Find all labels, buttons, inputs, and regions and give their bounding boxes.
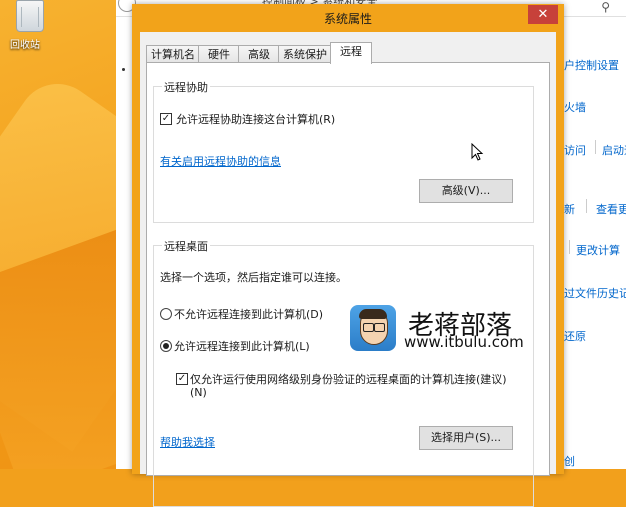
avatar-icon — [350, 305, 396, 351]
bg-link[interactable]: 户控制设置 — [564, 57, 619, 73]
remote-assistance-info-link[interactable]: 有关启用远程协助的信息 — [160, 153, 281, 169]
tab-advanced[interactable]: 高级 — [238, 45, 280, 63]
system-properties-dialog: 系统属性 ✕ 计算机名 硬件 高级 系统保护 远程 远程协助 ✓ 允许远程协助连… — [132, 4, 564, 507]
avatar-glasses — [374, 323, 385, 332]
recycle-bin-label: 回收站 — [10, 40, 40, 51]
bg-link[interactable]: 启动远 — [602, 142, 626, 158]
bg-link[interactable]: 更改计算 — [576, 242, 620, 258]
bg-link[interactable]: 查看更 — [596, 201, 626, 217]
allow-remote-assistance-checkbox[interactable]: ✓ — [160, 113, 172, 125]
dialog-client-area: 计算机名 硬件 高级 系统保护 远程 远程协助 ✓ 允许远程协助连接这台计算机(… — [140, 32, 556, 507]
tab-remote[interactable]: 远程 — [330, 42, 372, 64]
allow-remote-radio[interactable] — [160, 340, 172, 352]
instruction-text: 选择一个选项，然后指定谁可以连接。 — [160, 271, 347, 284]
divider — [595, 140, 596, 154]
nla-label-line2[interactable]: (N) — [190, 386, 207, 399]
select-users-button[interactable]: 选择用户(S)... — [419, 426, 513, 450]
mouse-cursor-icon — [471, 143, 484, 161]
nla-checkbox[interactable]: ✓ — [176, 373, 188, 385]
deny-remote-label[interactable]: 不允许远程连接到此计算机(D) — [174, 306, 323, 322]
watermark-url: www.itbulu.com — [404, 333, 524, 351]
bullet-icon — [122, 68, 125, 71]
divider — [569, 240, 570, 254]
allow-remote-assistance-label[interactable]: 允许远程协助连接这台计算机(R) — [176, 111, 335, 127]
search-icon[interactable]: ⚲ — [601, 0, 610, 14]
close-icon: ✕ — [537, 7, 549, 22]
tab-hardware[interactable]: 硬件 — [198, 45, 240, 63]
bg-link[interactable]: 还原 — [564, 328, 586, 344]
bg-link[interactable]: 过文件历史记 — [564, 285, 626, 301]
bg-link[interactable]: 新 — [564, 201, 575, 217]
title-bar[interactable]: 系统属性 ✕ — [132, 4, 564, 32]
recycle-bin[interactable]: 回收站 — [10, 0, 50, 51]
dialog-title: 系统属性 — [323, 12, 372, 26]
tab-system-protection[interactable]: 系统保护 — [278, 45, 332, 63]
tab-panel-remote: 远程协助 ✓ 允许远程协助连接这台计算机(R) 有关启用远程协助的信息 高级(V… — [146, 62, 550, 507]
tab-computer-name[interactable]: 计算机名 — [146, 45, 200, 63]
help-me-choose-link[interactable]: 帮助我选择 — [160, 434, 215, 450]
nla-label[interactable]: 仅允许运行使用网络级别身份验证的远程桌面的计算机连接(建议) — [190, 371, 507, 387]
bg-link[interactable]: 火墙 — [564, 99, 586, 115]
divider — [586, 199, 587, 213]
allow-remote-label[interactable]: 允许远程连接到此计算机(L) — [174, 338, 310, 354]
avatar-hair — [359, 309, 387, 319]
group-title: 远程协助 — [162, 79, 210, 95]
group-title: 远程桌面 — [162, 238, 210, 254]
avatar-glasses — [363, 323, 374, 332]
bg-link[interactable]: 访问 — [564, 142, 586, 158]
close-button[interactable]: ✕ — [528, 5, 558, 24]
advanced-button[interactable]: 高级(V)... — [419, 179, 513, 203]
deny-remote-radio[interactable] — [160, 308, 172, 320]
bg-link[interactable]: 创 — [564, 453, 575, 469]
recycle-bin-icon — [16, 0, 44, 32]
remote-desktop-group: 远程桌面 选择一个选项，然后指定谁可以连接。 不允许远程连接到此计算机(D) 允… — [153, 238, 534, 507]
